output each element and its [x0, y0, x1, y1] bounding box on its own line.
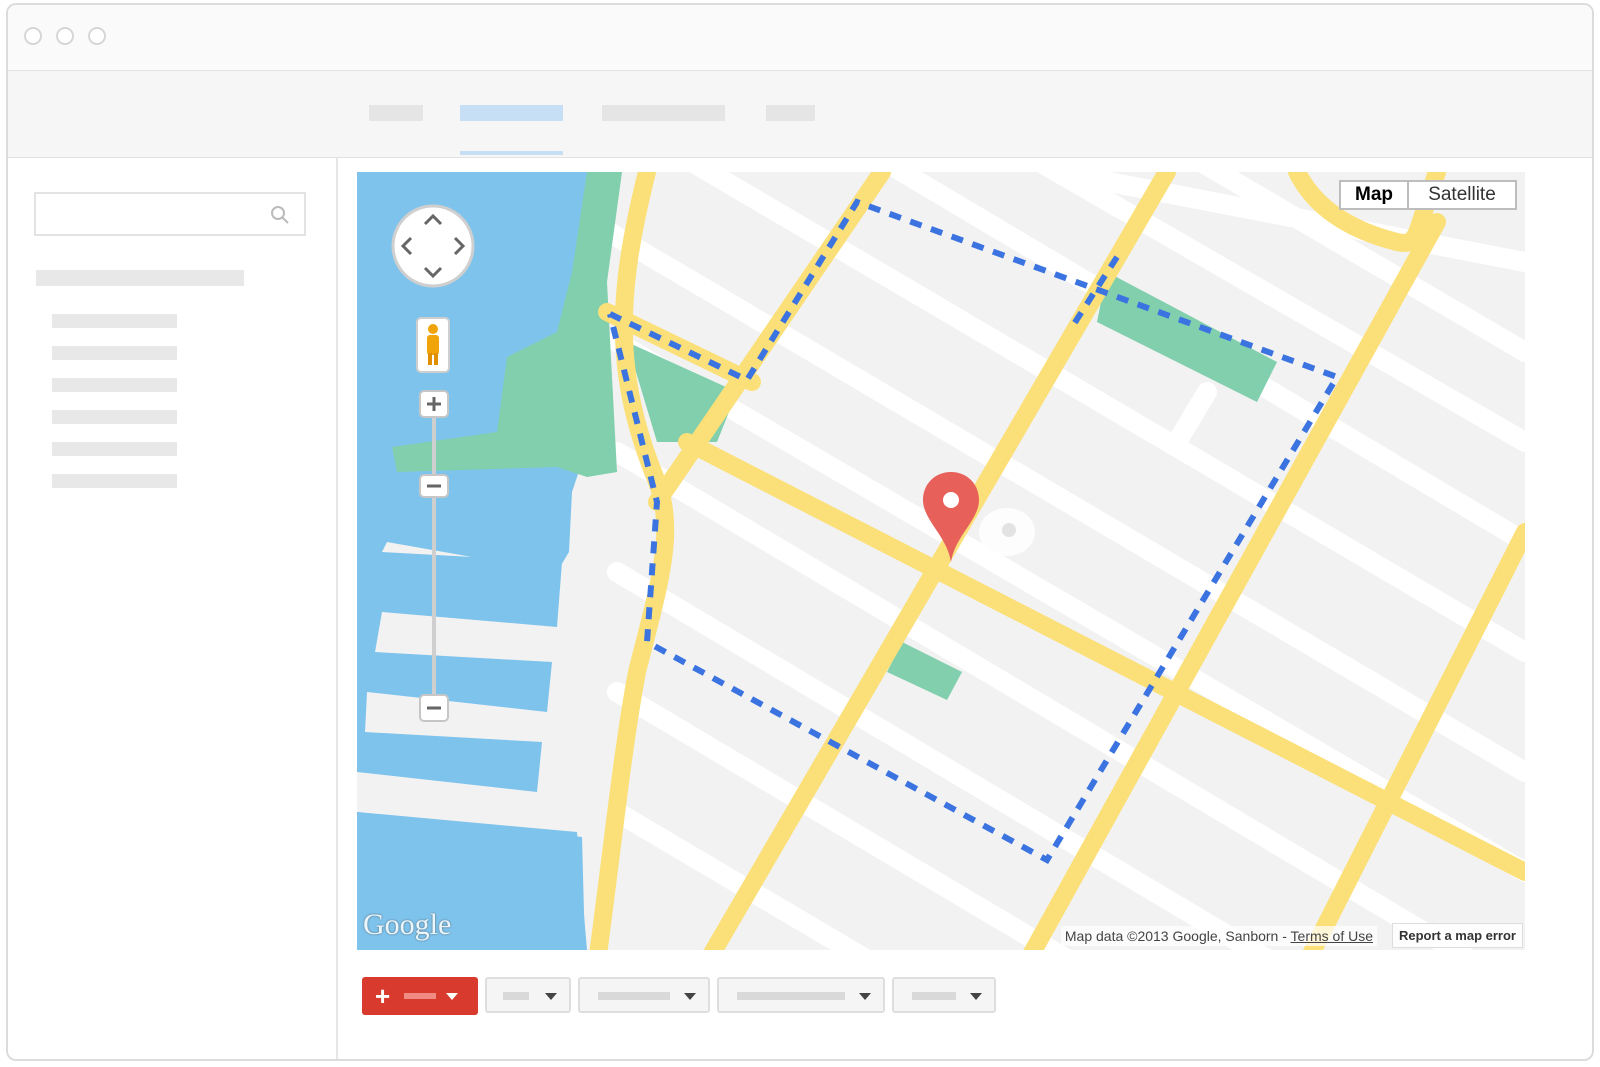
pan-control-icon[interactable]: [389, 202, 477, 290]
sidebar-item[interactable]: [52, 410, 177, 424]
chevron-down-icon: [446, 993, 458, 1000]
title-bar: [8, 5, 1592, 71]
sidebar-item[interactable]: [52, 314, 177, 328]
sidebar: [8, 158, 338, 1059]
sidebar-item[interactable]: [52, 442, 177, 456]
search-input[interactable]: [34, 192, 306, 236]
map-canvas[interactable]: Map Satellite Google Map data ©2013 Goog…: [357, 172, 1525, 950]
sidebar-item[interactable]: [52, 474, 177, 488]
report-map-error-link[interactable]: Report a map error: [1391, 923, 1523, 948]
google-logo: Google: [363, 908, 452, 941]
attribution-text: Map data ©2013 Google, Sanborn -: [1064, 928, 1291, 944]
nav-tab-1[interactable]: [369, 105, 423, 121]
active-tab-underline: [460, 151, 563, 155]
toolbar-dropdown-3[interactable]: [717, 977, 885, 1013]
dropdown-label-placeholder: [912, 992, 956, 1000]
nav-tab-4[interactable]: [766, 105, 815, 121]
window-minimize-dot[interactable]: [56, 27, 74, 45]
dropdown-label-placeholder: [737, 992, 845, 1000]
map-attribution: Map data ©2013 Google, Sanborn - Terms o…: [1060, 926, 1377, 946]
dropdown-label-placeholder: [503, 992, 529, 1000]
chevron-down-icon: [859, 993, 871, 1000]
window-close-dot[interactable]: [24, 27, 42, 45]
nav-tab-3[interactable]: [602, 105, 725, 121]
zoom-slider-track[interactable]: [432, 404, 436, 712]
map-type-satellite-button[interactable]: Satellite: [1407, 180, 1517, 210]
sidebar-heading-placeholder: [36, 270, 244, 286]
nav-tab-2-active[interactable]: [460, 105, 563, 121]
map-type-map-button[interactable]: Map: [1339, 180, 1409, 210]
toolbar-dropdown-4[interactable]: [892, 977, 996, 1013]
chevron-down-icon: [970, 993, 982, 1000]
zoom-in-icon[interactable]: [419, 390, 449, 418]
create-button-label-placeholder: [404, 993, 436, 999]
zoom-out-icon[interactable]: [419, 694, 449, 722]
dropdown-label-placeholder: [598, 992, 670, 1000]
zoom-slider-handle[interactable]: [419, 474, 449, 498]
toolbar-dropdown-1[interactable]: [485, 977, 571, 1013]
map-marker-icon[interactable]: [917, 470, 1037, 570]
plus-icon: +: [375, 981, 391, 1011]
top-nav: [8, 71, 1592, 158]
create-button[interactable]: +: [362, 977, 478, 1015]
sidebar-item[interactable]: [52, 346, 177, 360]
terms-of-use-link[interactable]: Terms of Use: [1291, 928, 1373, 944]
search-icon: [271, 206, 289, 224]
window-maximize-dot[interactable]: [88, 27, 106, 45]
toolbar-dropdown-2[interactable]: [578, 977, 710, 1013]
chevron-down-icon: [684, 993, 696, 1000]
sidebar-item[interactable]: [52, 378, 177, 392]
chevron-down-icon: [545, 993, 557, 1000]
street-view-pegman-icon[interactable]: [416, 317, 450, 373]
